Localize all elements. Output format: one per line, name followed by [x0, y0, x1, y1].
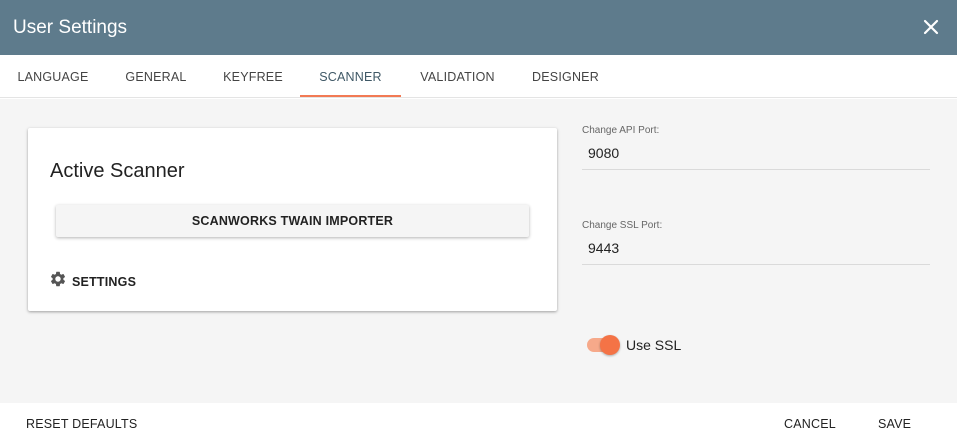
ssl-port-label: Change SSL Port: — [582, 220, 663, 231]
ssl-port-field: Change SSL Port: — [582, 220, 930, 265]
scanner-select-button[interactable]: SCANWORKS TWAIN IMPORTER — [56, 205, 529, 237]
gear-icon — [49, 270, 67, 293]
tab-validation[interactable]: VALIDATION — [401, 55, 514, 98]
settings-label: SETTINGS — [72, 274, 137, 289]
active-tab-indicator — [300, 95, 401, 97]
active-scanner-card: Active Scanner SCANWORKS TWAIN IMPORTER … — [28, 128, 557, 311]
use-ssl-toggle[interactable]: Use SSL — [587, 335, 682, 355]
tab-scanner[interactable]: SCANNER — [300, 55, 401, 98]
save-button[interactable]: SAVE — [878, 417, 911, 431]
reset-defaults-button[interactable]: RESET DEFAULTS — [26, 417, 137, 431]
tab-keyfree[interactable]: KEYFREE — [206, 55, 300, 98]
toggle-thumb[interactable] — [600, 335, 620, 355]
dialog-header: User Settings — [0, 0, 957, 55]
toggle-track[interactable] — [587, 335, 620, 355]
card-title: Active Scanner — [50, 160, 185, 182]
close-icon[interactable] — [919, 15, 943, 39]
tab-bar: LANGUAGE GENERAL KEYFREE SCANNER VALIDAT… — [0, 55, 957, 98]
dialog-title: User Settings — [13, 16, 128, 38]
api-port-label: Change API Port: — [582, 125, 660, 136]
tab-language[interactable]: LANGUAGE — [0, 55, 106, 98]
use-ssl-label: Use SSL — [626, 337, 682, 353]
tab-general[interactable]: GENERAL — [106, 55, 206, 98]
api-port-field: Change API Port: — [582, 125, 930, 170]
settings-button[interactable]: SETTINGS — [49, 270, 136, 293]
ssl-port-input[interactable] — [582, 240, 930, 265]
tab-designer[interactable]: DESIGNER — [514, 55, 617, 98]
api-port-input[interactable] — [582, 145, 930, 170]
cancel-button[interactable]: CANCEL — [784, 417, 836, 431]
